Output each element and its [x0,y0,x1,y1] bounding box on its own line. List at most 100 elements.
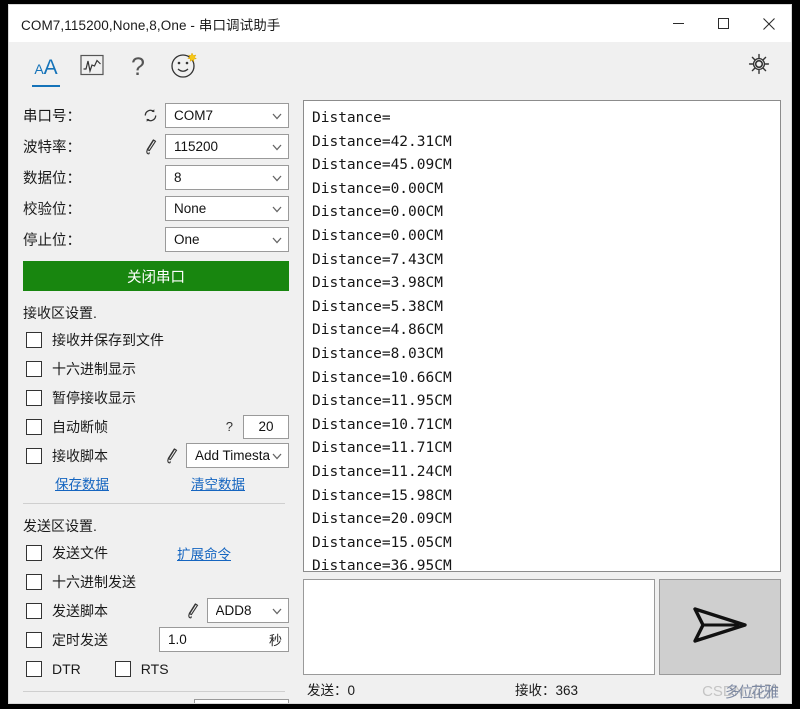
help-tool-button[interactable]: ? [115,45,161,89]
parity-select[interactable]: None [165,196,289,221]
send-file-label: 发送文件 [52,544,108,561]
receive-output-line: Distance=45.09CM [312,157,452,174]
toolbar: AA ? [9,42,791,92]
data-bits-label: 数据位： [23,171,81,187]
timed-send-value: 1.0 [168,632,187,647]
receive-output-line: Distance=11.24CM [312,463,452,480]
minimize-button[interactable] [656,5,701,42]
chevron-down-icon [270,140,284,154]
auto-frame-input[interactable]: 20 [243,414,289,439]
close-button[interactable] [746,5,791,42]
sent-count: 发送：0 [307,683,356,698]
dtr-rts-row: DTR RTS [9,654,299,684]
question-mark-icon: ? [131,52,145,81]
receive-output-line: Distance=3.98CM [312,275,443,292]
auto-frame-hint-icon[interactable]: ? [226,419,233,434]
smiley-tool-button[interactable] [161,45,207,89]
receive-output-area[interactable]: Distance= Distance=42.31CM Distance=45.09C… [303,100,781,572]
receive-output-line: Distance=0.00CM [312,227,443,244]
receive-script-select[interactable]: Add Timesta [185,443,289,468]
receive-script-checkbox[interactable] [26,447,42,464]
save-to-file-row[interactable]: 接收并保存到文件 [9,325,299,354]
serial-port-value: COM7 [174,108,214,123]
window-controls [656,5,791,42]
auto-frame-label: 自动断帧 [52,418,108,435]
receive-output-line: Distance=15.98CM [312,487,452,504]
save-to-file-checkbox[interactable] [26,331,42,348]
send-script-value: ADD8 [215,603,252,618]
chevron-down-icon [270,171,284,185]
data-bits-select[interactable]: 8 [165,165,289,190]
receive-output-line: Distance= [312,110,391,126]
font-tool-button[interactable]: AA [23,45,69,89]
hex-display-checkbox[interactable] [26,360,42,377]
send-zone [303,579,781,675]
send-input[interactable] [303,579,655,675]
receive-output-line: Distance=4.86CM [312,322,443,339]
clear-data-link[interactable]: 清空数据 [159,473,277,493]
extended-command-link[interactable]: 扩展命令 [177,543,231,563]
send-file-checkbox[interactable] [26,544,42,561]
plot-tool-button[interactable] [69,45,115,89]
receive-output-line: Distance=0.00CM [312,180,443,197]
script-pen-icon[interactable] [135,138,165,156]
pause-receive-row[interactable]: 暂停接收显示 [9,383,299,412]
newline-label: 换行符 [23,701,135,703]
pause-receive-checkbox[interactable] [26,389,42,406]
receive-output-line: Distance=36.95CM [312,558,452,572]
window-title: COM7,115200,None,8,One - 串口调试助手 [21,17,281,33]
dtr-checkbox[interactable] [26,661,42,677]
hex-send-checkbox[interactable] [26,573,42,590]
chevron-down-icon [270,233,284,247]
save-data-link[interactable]: 保存数据 [23,473,141,493]
stop-bits-row: 停止位： One [9,224,299,255]
auto-frame-row: 自动断帧 ? 20 [9,412,299,441]
send-script-select[interactable]: ADD8 [206,598,289,623]
hex-display-row[interactable]: 十六进制显示 [9,354,299,383]
script-pen-icon[interactable] [177,602,207,620]
timed-send-interval-input[interactable]: 1.0 秒 [159,627,289,652]
toggle-serial-port-button[interactable]: 关闭串口 [23,261,289,291]
auto-frame-checkbox[interactable] [26,418,42,435]
close-icon [762,17,776,31]
receive-output-line: Distance=5.38CM [312,298,443,315]
title-bar: COM7,115200,None,8,One - 串口调试助手 [9,5,791,42]
rts-checkbox[interactable] [114,661,131,677]
timed-send-row: 定时发送 1.0 秒 [9,625,299,654]
receive-script-value: Add Timesta [194,448,270,463]
hex-send-row[interactable]: 十六进制发送 [9,567,299,596]
refresh-icon[interactable] [135,107,165,124]
chevron-down-icon [270,109,284,123]
send-button[interactable] [659,579,781,675]
dtr-label: DTR [52,661,81,677]
settings-divider [23,503,285,504]
send-settings-title: 发送区设置. [23,518,97,534]
receive-output-line: Distance=8.03CM [312,345,443,362]
timed-send-unit: 秒 [268,633,282,648]
receive-links-row: 保存数据 清空数据 [9,470,299,496]
receive-script-row: 接收脚本 Add Timesta [9,441,299,470]
stop-bits-select[interactable]: One [165,227,289,252]
serial-port-select[interactable]: COM7 [165,103,289,128]
receive-output-line: Distance=20.09CM [312,511,452,528]
gear-icon [745,53,773,82]
settings-tool-button[interactable] [745,50,775,80]
hex-display-label: 十六进制显示 [52,360,136,377]
baud-rate-row: 波特率： 115200 [9,131,299,162]
baud-rate-select[interactable]: 115200 [165,134,289,159]
chevron-down-icon [270,202,284,216]
script-pen-icon[interactable] [156,447,186,465]
maximize-icon [717,17,730,30]
right-panel: Distance= Distance=42.31CM Distance=45.09C… [299,92,791,703]
receive-script-label: 接收脚本 [52,447,108,464]
maximize-button[interactable] [701,5,746,42]
newline-row: 换行符 \r\n (CRLF) [9,696,299,703]
font-size-icon: AA [34,55,58,79]
chevron-down-icon [270,604,284,618]
timed-send-checkbox[interactable] [26,631,42,648]
send-script-checkbox[interactable] [26,602,42,619]
app-window: COM7,115200,None,8,One - 串口调试助手 AA ? 串口号… [8,4,792,704]
newline-select[interactable]: \r\n (CRLF) [193,699,289,703]
pause-receive-label: 暂停接收显示 [52,389,136,406]
save-to-file-label: 接收并保存到文件 [52,331,164,348]
